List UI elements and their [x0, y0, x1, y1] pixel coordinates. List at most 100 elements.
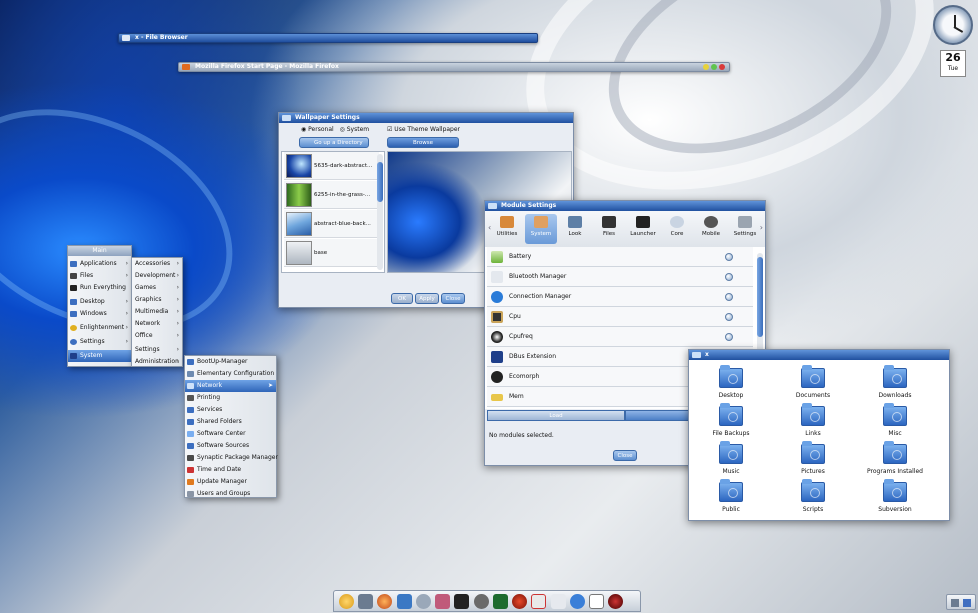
tab-utilities[interactable]: Utilities: [491, 214, 523, 244]
menu-item-software-sources[interactable]: Software Sources: [185, 440, 276, 452]
firefox-titlebar[interactable]: Mozilla Firefox Start Page - Mozilla Fir…: [178, 62, 730, 72]
load-button[interactable]: Load: [487, 410, 625, 421]
tab-launcher[interactable]: Launcher: [627, 214, 659, 244]
tray-icon[interactable]: [951, 599, 959, 607]
scrollbar-thumb[interactable]: [757, 257, 763, 337]
menu-item-network[interactable]: Network ➤: [185, 380, 276, 392]
tab-look[interactable]: Look: [559, 214, 591, 244]
menu-item-development[interactable]: Development ›: [132, 270, 182, 282]
system-tray[interactable]: [946, 594, 976, 610]
menu-item-multimedia[interactable]: Multimedia ›: [132, 306, 182, 318]
menu-item-services[interactable]: Services: [185, 404, 276, 416]
folder-desktop[interactable]: Desktop: [691, 365, 771, 399]
menu-item-files[interactable]: Files ›: [68, 270, 131, 282]
folder-misc[interactable]: Misc: [855, 403, 935, 437]
menu-item-elementary-configuration[interactable]: Elementary Configuration: [185, 368, 276, 380]
browse-button[interactable]: Browse: [387, 137, 459, 148]
clock-widget[interactable]: [933, 5, 973, 45]
module-toggle[interactable]: [725, 273, 733, 281]
menu-item-users-and-groups[interactable]: Users and Groups: [185, 488, 276, 500]
shutdown-icon[interactable]: [608, 594, 624, 609]
menu-item-desktop[interactable]: Desktop ›: [68, 296, 131, 308]
tab-mobile[interactable]: Mobile: [695, 214, 727, 244]
apply-button[interactable]: Apply: [415, 293, 439, 304]
calendar-icon[interactable]: [589, 594, 605, 609]
search-icon[interactable]: [415, 594, 431, 609]
list-item[interactable]: 5635-dark-abstract...: [284, 152, 379, 180]
menu-item-printing[interactable]: Printing: [185, 392, 276, 404]
window-titlebar[interactable]: Module Settings: [485, 201, 765, 211]
folder-links[interactable]: Links: [773, 403, 853, 437]
module-toggle[interactable]: [725, 293, 733, 301]
menu-item-graphics[interactable]: Graphics ›: [132, 294, 182, 306]
menu-item-enlightenment[interactable]: Enlightenment ›: [68, 322, 131, 334]
tray-icon[interactable]: [963, 599, 971, 607]
menu-item-shared-folders[interactable]: Shared Folders: [185, 416, 276, 428]
browser-icon[interactable]: [377, 594, 393, 609]
bluetooth-icon[interactable]: [569, 594, 585, 609]
menu-item-network[interactable]: Network ›: [132, 318, 182, 330]
start-icon[interactable]: [339, 594, 354, 609]
audio-icon[interactable]: [473, 594, 489, 609]
wallpaper-list[interactable]: 5635-dark-abstract... 6255-in-the-grass-…: [281, 151, 385, 273]
file-browser-titlebar[interactable]: x - File Browser: [118, 33, 538, 43]
ok-button[interactable]: OK: [391, 293, 413, 304]
window-titlebar[interactable]: x: [689, 350, 949, 360]
go-up-directory-button[interactable]: Go up a Directory: [299, 137, 369, 148]
menu-item-update-manager[interactable]: Update Manager: [185, 476, 276, 488]
menu-item-run-everything[interactable]: Run Everything: [68, 282, 131, 294]
calendar-widget[interactable]: 26 Tue: [940, 50, 966, 77]
window-controls[interactable]: [702, 64, 725, 73]
folder-public[interactable]: Public: [691, 479, 771, 513]
scrollbar-thumb[interactable]: [377, 162, 383, 202]
menu-item-administration[interactable]: Administration ›: [132, 356, 182, 368]
chevron-right-icon[interactable]: ›: [760, 223, 763, 232]
menu-item-software-center[interactable]: Software Center: [185, 428, 276, 440]
menu-item-office[interactable]: Office ›: [132, 330, 182, 342]
monitor-icon[interactable]: [492, 594, 508, 609]
scrollbar[interactable]: [377, 154, 383, 270]
list-item[interactable]: Connection Manager: [487, 287, 753, 307]
tab-system[interactable]: System: [525, 214, 557, 244]
list-item[interactable]: Cpufreq: [487, 327, 753, 347]
trash-icon[interactable]: [550, 594, 566, 609]
terminal-icon[interactable]: [454, 594, 470, 609]
folder-subversion[interactable]: Subversion: [855, 479, 935, 513]
list-item[interactable]: abstract-blue-back...: [284, 210, 379, 238]
list-item[interactable]: base: [284, 239, 379, 267]
folder-documents[interactable]: Documents: [773, 365, 853, 399]
folder-music[interactable]: Music: [691, 441, 771, 475]
close-button[interactable]: Close: [613, 450, 637, 461]
menu-item-system[interactable]: System: [68, 350, 131, 362]
folder-programs-installed[interactable]: Programs Installed: [855, 441, 935, 475]
personal-radio[interactable]: ◉ Personal: [301, 126, 334, 133]
network-icon[interactable]: [435, 594, 451, 609]
menu-item-settings[interactable]: Settings ›: [68, 336, 131, 348]
tab-files[interactable]: Files: [593, 214, 625, 244]
close-icon[interactable]: [719, 64, 725, 70]
maximize-icon[interactable]: [710, 64, 717, 70]
tab-settings[interactable]: Settings: [729, 214, 761, 244]
tab-core[interactable]: Core: [661, 214, 693, 244]
thermometer-icon[interactable]: [531, 594, 547, 609]
file-manager-icon[interactable]: [358, 594, 374, 609]
menu-item-settings[interactable]: Settings ›: [132, 344, 182, 356]
menu-item-time-and-date[interactable]: Time and Date: [185, 464, 276, 476]
list-item[interactable]: Cpu: [487, 307, 753, 327]
system-radio[interactable]: ◎ System: [340, 126, 370, 133]
folder-pictures[interactable]: Pictures: [773, 441, 853, 475]
folder-file-backups[interactable]: File Backups: [691, 403, 771, 437]
folder-downloads[interactable]: Downloads: [855, 365, 935, 399]
menu-item-bootup-manager[interactable]: BootUp-Manager: [185, 356, 276, 368]
menu-item-windows[interactable]: Windows ›: [68, 308, 131, 320]
list-item[interactable]: 6255-in-the-grass-...: [284, 181, 379, 209]
module-toggle[interactable]: [725, 313, 733, 321]
module-toggle[interactable]: [725, 253, 733, 261]
window-titlebar[interactable]: Wallpaper Settings: [279, 113, 573, 123]
menu-item-applications[interactable]: Applications ›: [68, 258, 131, 270]
menu-item-synaptic[interactable]: Synaptic Package Manager: [185, 452, 278, 464]
use-theme-checkbox[interactable]: ☑ Use Theme Wallpaper: [387, 126, 460, 133]
close-button[interactable]: Close: [441, 293, 465, 304]
minimize-icon[interactable]: [702, 64, 709, 70]
module-toggle[interactable]: [725, 333, 733, 341]
